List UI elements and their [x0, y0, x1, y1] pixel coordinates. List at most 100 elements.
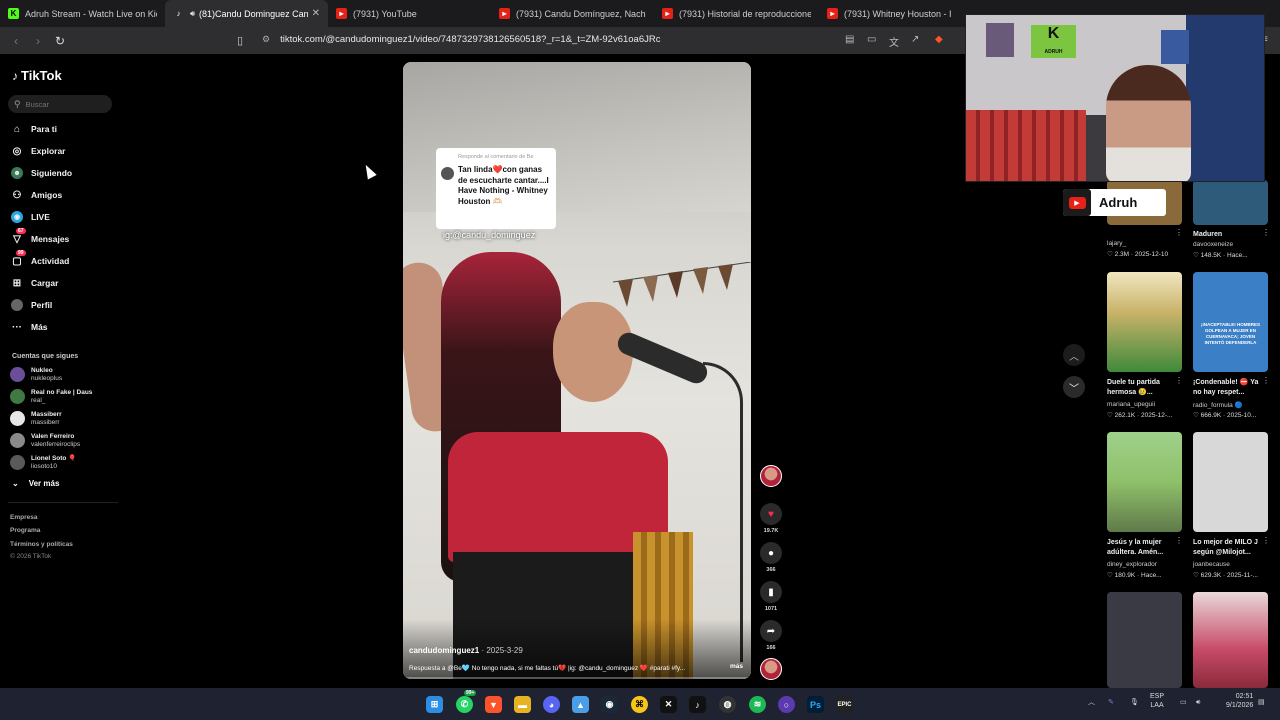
video-thumbnail[interactable]: [1193, 432, 1268, 532]
microphone-icon[interactable]: 🎙︎: [1130, 698, 1139, 707]
nav-cargar[interactable]: ⊞ Cargar: [11, 275, 59, 291]
tab-title: (7931) Whitney Houston - I Will Alw: [844, 8, 951, 19]
tab-tiktok[interactable]: ♪ 🔊︎ (81)Candu Dominguez Canta ✕: [165, 0, 328, 27]
following-item[interactable]: Real no Fake | Daus real_: [10, 389, 120, 405]
app-icon[interactable]: ⌘: [631, 696, 648, 713]
tiktok-logo[interactable]: ♪ TikTok: [12, 68, 62, 83]
obs-icon[interactable]: ◍: [719, 696, 736, 713]
bookmark-icon[interactable]: ▯: [237, 34, 243, 47]
footer-link[interactable]: Programa: [10, 527, 40, 534]
thumb-title: Lo mejor de MILO J según @Milojot...: [1193, 539, 1258, 556]
ver-mas-button[interactable]: ⌄ Ver más: [12, 479, 59, 488]
creator-avatar[interactable]: [760, 465, 782, 487]
site-info-icon[interactable]: ⚙: [262, 34, 270, 45]
video-author[interactable]: candudominguez1 · 2025-3-29: [409, 646, 523, 655]
more-button[interactable]: más: [730, 663, 743, 670]
reader-icon[interactable]: ▤: [845, 34, 854, 45]
discord-icon[interactable]: ◕: [543, 696, 560, 713]
more-icon[interactable]: ⋮: [1175, 376, 1183, 385]
nav-amigos[interactable]: ⚇ Amigos: [11, 187, 63, 203]
nav-mensajes[interactable]: ▽ 67 Mensajes: [11, 228, 69, 247]
home-icon: ⌂: [13, 123, 21, 135]
following-item[interactable]: Valen Ferreiro valenferreiroclips: [10, 433, 120, 449]
photoshop-icon[interactable]: Ps: [807, 696, 824, 713]
more-icon[interactable]: ⋮: [1262, 228, 1270, 237]
tab-youtube-whitney[interactable]: ▸ (7931) Whitney Houston - I Will Alw: [819, 0, 959, 27]
bookmark-button[interactable]: ▮ 1071: [760, 581, 782, 612]
spotify-icon[interactable]: ≋: [749, 696, 766, 713]
music-button[interactable]: [760, 658, 782, 680]
reload-icon[interactable]: ↻: [50, 34, 70, 48]
volume-icon[interactable]: 🔊︎: [1196, 698, 1200, 707]
following-item[interactable]: Massiberr massiberr: [10, 411, 120, 427]
music-disc-icon: [760, 658, 782, 680]
whatsapp-icon[interactable]: ✆ 99+: [456, 690, 477, 713]
search-input[interactable]: [25, 99, 106, 109]
translate-icon[interactable]: 文: [889, 34, 899, 49]
capcut-icon[interactable]: ✕: [660, 696, 677, 713]
folder-icon[interactable]: ▬: [514, 696, 531, 713]
pen-icon[interactable]: ✎: [1108, 698, 1114, 707]
forward-icon[interactable]: ›: [28, 34, 48, 48]
video-player[interactable]: Responde al comentario de Be Tan linda❤️…: [403, 62, 751, 679]
nav-actividad[interactable]: ▢ 99 Actividad: [11, 250, 70, 269]
clock[interactable]: 02:51 9/1/2026: [1226, 692, 1253, 710]
back-icon[interactable]: ‹: [6, 34, 26, 48]
network-icon[interactable]: ▭: [1180, 698, 1187, 707]
profile-icon: [11, 299, 23, 311]
steam-icon[interactable]: ◉: [601, 696, 618, 713]
notification-icon[interactable]: ▤: [1258, 698, 1265, 707]
bunting-decoration: [613, 262, 751, 307]
video-caption-overlay: ig:@candu_dominguez: [443, 230, 536, 240]
more-icon[interactable]: ⋮: [1175, 536, 1183, 545]
more-icon[interactable]: ⋮: [1262, 376, 1270, 385]
more-icon[interactable]: ⋮: [1175, 228, 1183, 237]
tiktok-icon[interactable]: ♪: [689, 696, 706, 713]
nav-explorar[interactable]: ◎ Explorar: [11, 143, 66, 159]
search-box[interactable]: ⚲: [8, 95, 112, 113]
nav-perfil[interactable]: Perfil: [11, 297, 52, 313]
more-icon[interactable]: ⋮: [1262, 536, 1270, 545]
video-progress[interactable]: [403, 677, 751, 679]
like-button[interactable]: ♥ 19.7K: [760, 503, 782, 534]
nav-para-ti[interactable]: ⌂ Para ti: [11, 121, 57, 137]
brave-icon[interactable]: ▼: [485, 696, 502, 713]
share-icon[interactable]: ↗: [911, 34, 919, 45]
chevron-up-icon[interactable]: ︿: [1088, 698, 1095, 707]
video-thumbnail[interactable]: [1107, 432, 1182, 532]
video-thumbnail[interactable]: [1107, 272, 1182, 372]
close-icon[interactable]: ✕: [312, 8, 320, 19]
tab-youtube[interactable]: ▸ (7931) YouTube: [328, 0, 491, 27]
language-indicator[interactable]: ESP LAA: [1150, 692, 1164, 710]
tab-youtube-candu[interactable]: ▸ (7931) Candu Domínguez, Nach On: [491, 0, 654, 27]
previous-video-button[interactable]: ︿: [1063, 344, 1085, 366]
video-thumbnail[interactable]: [1193, 592, 1268, 688]
tab-title: (7931) Candu Domínguez, Nach On: [516, 8, 646, 19]
following-handle: nukleoplus: [31, 375, 63, 382]
video-thumbnail[interactable]: [1107, 592, 1182, 688]
nav-label: Actividad: [31, 256, 70, 266]
app-icon[interactable]: ○: [778, 696, 795, 713]
footer-link[interactable]: Términos y políticas: [10, 541, 73, 548]
cast-icon[interactable]: ▭: [867, 34, 876, 45]
tab-youtube-history[interactable]: ▸ (7931) Historial de reproducciones -: [654, 0, 819, 27]
nav-live[interactable]: ◉ LIVE: [11, 209, 50, 225]
tab-kick[interactable]: K Adruh Stream - Watch Live on Kick: [0, 0, 165, 27]
next-video-button[interactable]: ﹀: [1063, 376, 1085, 398]
nav-mas[interactable]: ··· Más: [11, 319, 48, 335]
video-thumbnail[interactable]: [1193, 180, 1268, 225]
video-thumbnail[interactable]: ¡INACEPTABLE! HOMBRES GOLPEAN A MUJER EN…: [1193, 272, 1268, 372]
following-item[interactable]: Nukleo nukleoplus: [10, 367, 120, 383]
comment-button[interactable]: ● 366: [760, 542, 782, 573]
footer-link[interactable]: Empresa: [10, 514, 37, 521]
address-field[interactable]: ⚙ tiktok.com/@candudominguez1/video/7487…: [262, 34, 660, 45]
share-button[interactable]: ➦ 166: [760, 620, 782, 651]
avatar: [10, 411, 25, 426]
photos-icon[interactable]: ▲: [572, 696, 589, 713]
epic-games-icon[interactable]: EPIC: [836, 696, 853, 713]
upload-icon: ⊞: [12, 277, 22, 289]
windows-start-icon[interactable]: ⊞: [426, 696, 443, 713]
following-item[interactable]: Lionel Soto 🎈 liosoto10: [10, 455, 120, 471]
brave-shield-icon[interactable]: ◆: [935, 34, 943, 45]
nav-siguiendo[interactable]: ☻ Siguiendo: [11, 165, 72, 181]
